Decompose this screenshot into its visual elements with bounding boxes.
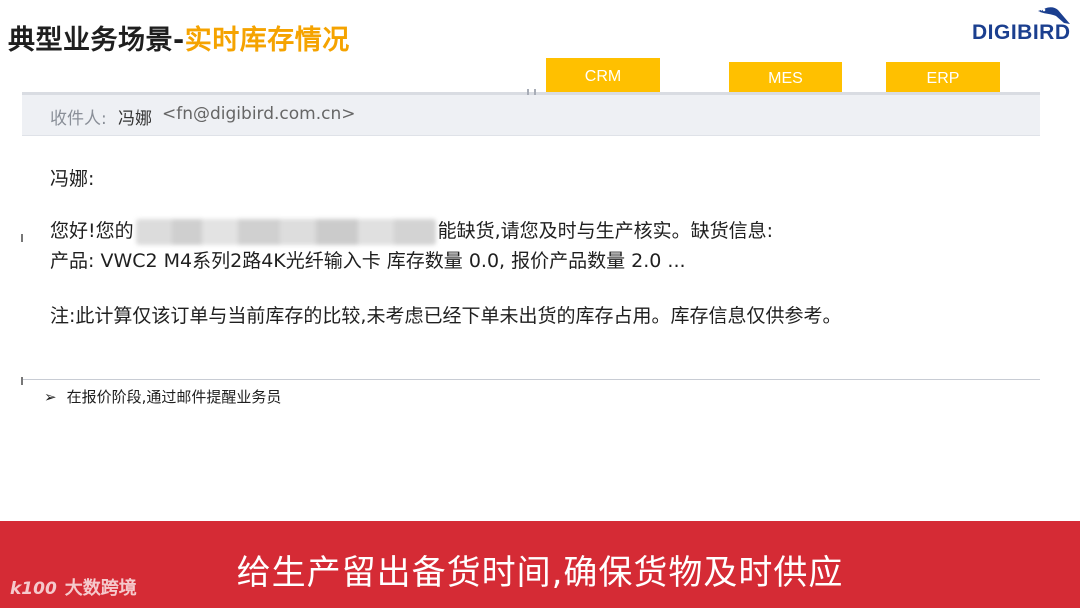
banner-text: 给生产留出备货时间,确保货物及时供应 [236,553,844,593]
email-body: 冯娜: 您好!您的 能缺货,请您及时与生产核实。缺货信息: 产品: VWC2 M4… [22,136,1040,380]
page-title: 典型业务场景-实时库存情况 [8,18,350,57]
crm-tag: CRM [546,58,660,92]
recipient-label: 收件人: [50,109,107,129]
watermark-logo: k100 [10,579,57,599]
erp-tag: ERP [886,62,1000,96]
digibird-logo: DIGIBIRD [970,4,1076,46]
recipient-name: 冯娜 [118,109,152,129]
title-main: 典型业务场景 [8,25,173,56]
email-note: 注:此计算仅该订单与当前库存的比较,未考虑已经下单未出货的库存占用。库存信息仅供… [50,305,842,327]
recipient-bar: 收件人: 冯娜 <fn@digibird.com.cn> [22,95,1040,136]
watermark-text: 大数跨境 [64,578,137,599]
watermark: k100 大数跨境 [10,574,137,600]
title-dash: - [173,25,185,56]
email-line-2: 产品: VWC2 M4系列2路4K光纤输入卡 库存数量 0.0, 报价产品数量 … [50,250,686,272]
bottom-banner: 给生产留出备货时间,确保货物及时供应 [0,521,1080,608]
email-greeting: 冯娜: [50,168,95,190]
bird-icon [1038,7,1070,24]
redacted-text [135,218,436,245]
title-accent: 实时库存情况 [184,25,350,56]
email-line-1: 您好!您的 能缺货,请您及时与生产核实。缺货信息: [50,216,773,245]
recipient-email[interactable]: <fn@digibird.com.cn> [162,104,356,124]
frame-tick [21,234,23,242]
bullet-point: ➢ 在报价阶段,通过邮件提醒业务员 [44,386,281,407]
email-line-1-prefix: 您好!您的 [50,220,134,242]
bullet-text: 在报价阶段,通过邮件提醒业务员 [66,388,282,406]
email-line-1-suffix: 能缺货,请您及时与生产核实。缺货信息: [437,220,774,242]
arrow-bullet-icon: ➢ [44,388,57,406]
mes-tag: MES [729,62,842,96]
frame-tick [21,377,23,385]
